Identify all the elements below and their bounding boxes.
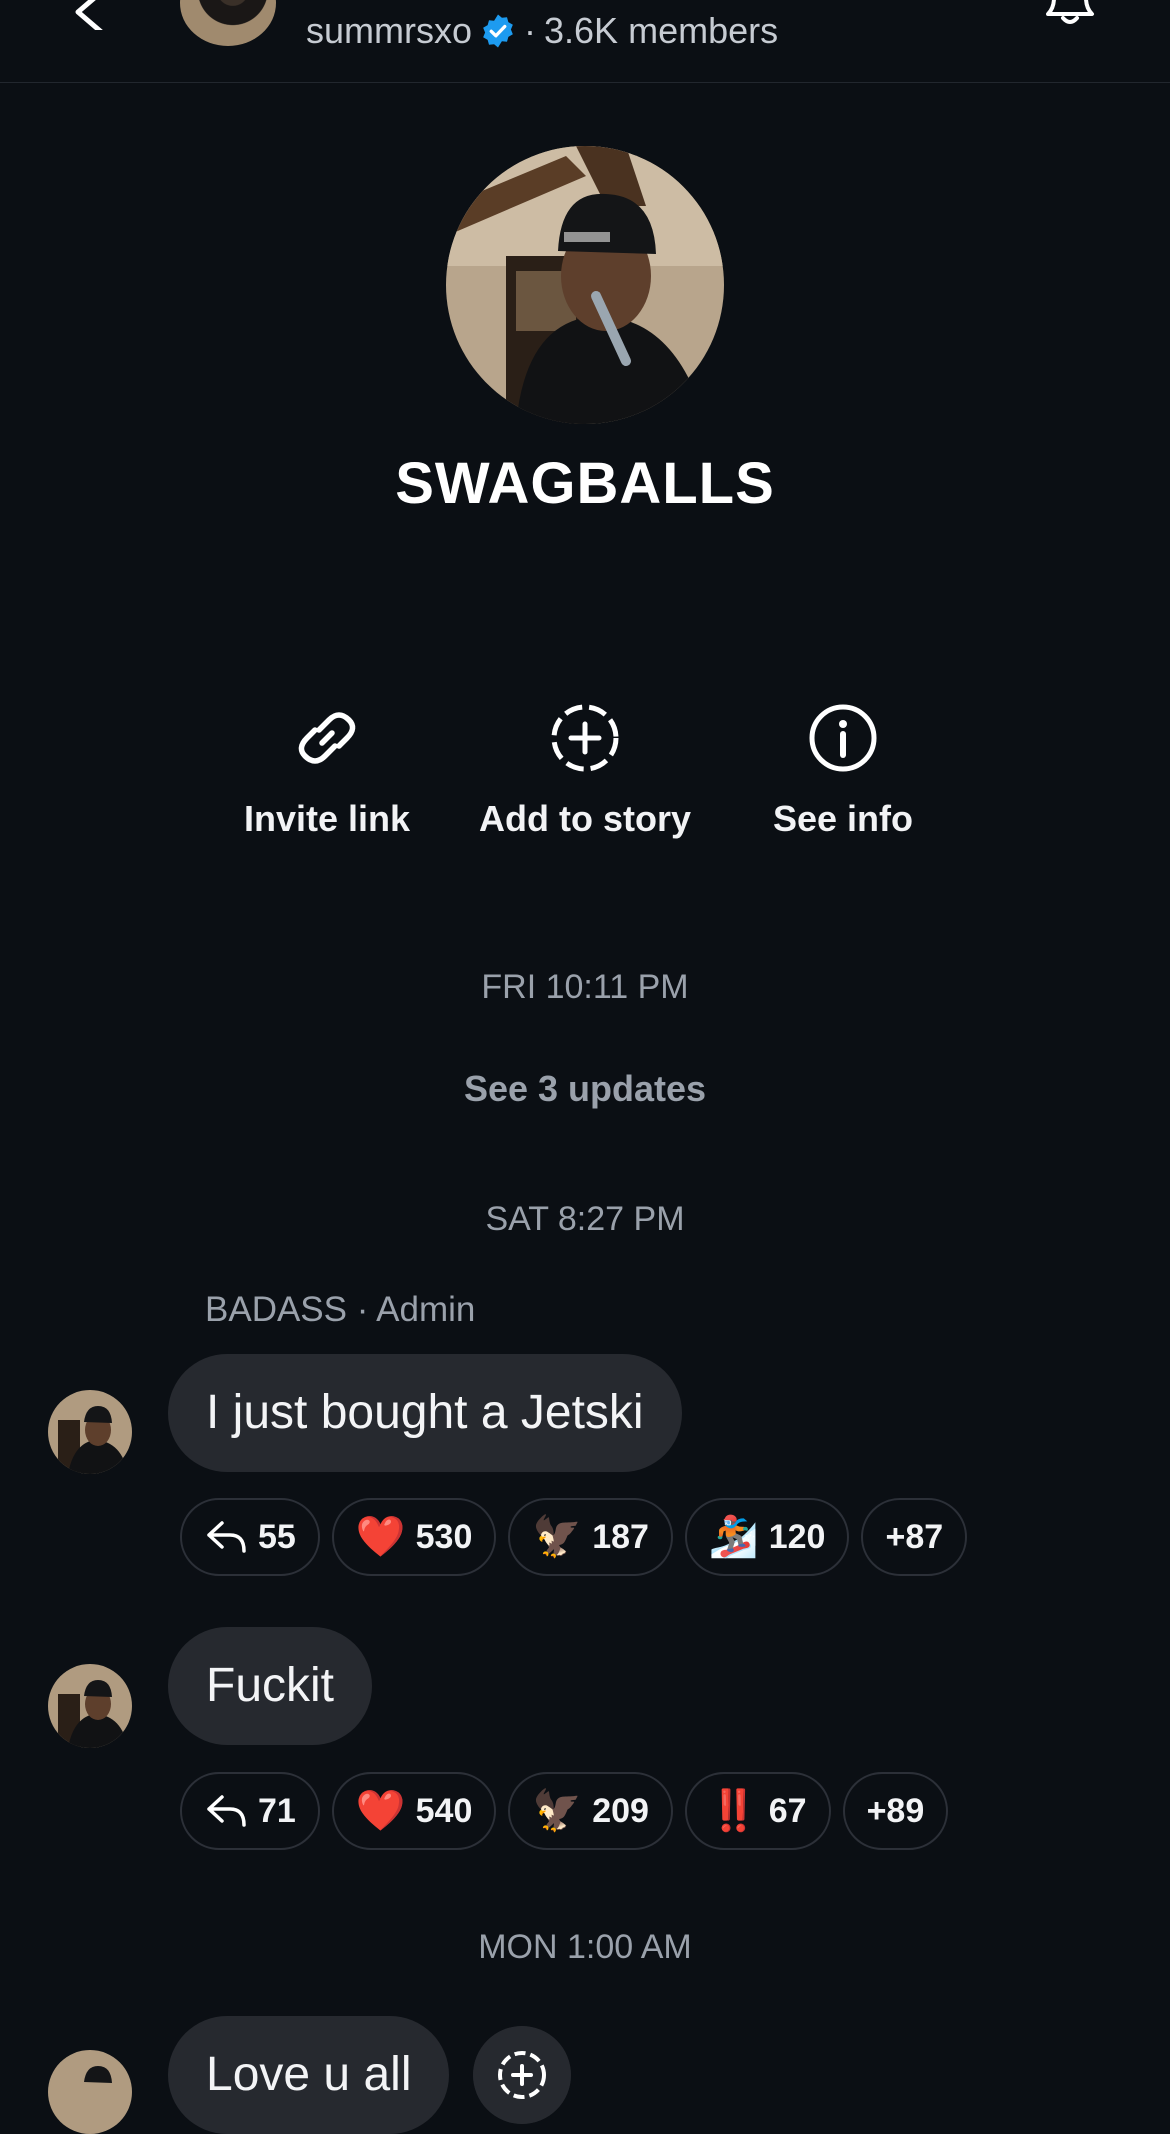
reply-icon	[207, 1795, 246, 1827]
reaction-pill[interactable]: ‼️ 67	[684, 1772, 831, 1850]
back-arrow-icon[interactable]	[70, 0, 110, 30]
link-icon	[298, 712, 356, 764]
reaction-row: 71 ❤️ 540 🦅 209 ‼️ 67 +89	[180, 1772, 949, 1850]
snowboarder-emoji-icon: 🏂	[708, 1515, 759, 1559]
group-profile-photo[interactable]	[446, 146, 724, 424]
add-reaction-button[interactable]	[473, 2026, 571, 2124]
reaction-row: 55 ❤️ 530 🦅 187 🏂 120 +87	[180, 1498, 968, 1576]
add-to-story-label: Add to story	[479, 798, 691, 839]
reaction-pill[interactable]: 🦅 209	[508, 1772, 673, 1850]
message-bubble[interactable]: Fuckit	[168, 1627, 373, 1745]
timestamp: SAT 8:27 PM	[485, 1200, 685, 1238]
timestamp: FRI 10:11 PM	[481, 968, 689, 1006]
heart-emoji-icon: ❤️	[355, 1515, 406, 1559]
info-icon	[809, 704, 877, 772]
sender-avatar[interactable]	[48, 1664, 132, 1748]
reply-count-pill[interactable]: 71	[180, 1772, 320, 1850]
timestamp: MON 1:00 AM	[478, 1928, 692, 1966]
reaction-pill[interactable]: 🦅 187	[508, 1498, 673, 1576]
reaction-pill[interactable]: 🏂 120	[684, 1498, 850, 1576]
reaction-pill[interactable]: ❤️ 530	[331, 1498, 497, 1576]
reaction-count: 209	[592, 1791, 649, 1830]
reaction-count: 530	[415, 1517, 473, 1556]
sender-avatar[interactable]	[48, 1390, 132, 1474]
verified-badge-icon	[483, 14, 513, 48]
reply-icon	[207, 1521, 246, 1553]
more-reactions-count: +87	[885, 1517, 944, 1556]
channel-meta[interactable]: summrsxo · 3.6K members	[306, 8, 778, 54]
reaction-count: 540	[415, 1791, 473, 1830]
heart-emoji-icon: ❤️	[355, 1789, 406, 1833]
reaction-count: 67	[768, 1791, 807, 1830]
message-bubble[interactable]: I just bought a Jetski	[168, 1354, 682, 1472]
more-reactions-pill[interactable]: +87	[861, 1498, 968, 1576]
reply-count-pill[interactable]: 55	[180, 1498, 320, 1576]
channel-name: summrsxo	[306, 10, 473, 51]
eagle-emoji-icon: 🦅	[532, 1515, 583, 1559]
reaction-pill[interactable]: ❤️ 540	[331, 1772, 497, 1850]
meta-separator: ·	[524, 10, 537, 51]
add-to-story-button[interactable]: Add to story	[465, 700, 705, 840]
reaction-count: 55	[258, 1517, 296, 1556]
add-story-icon	[551, 704, 619, 772]
eagle-emoji-icon: 🦅	[532, 1789, 583, 1833]
invite-link-button[interactable]: Invite link	[207, 700, 447, 840]
reaction-count: 120	[768, 1517, 826, 1556]
invite-link-label: Invite link	[243, 798, 411, 839]
reaction-count: 71	[258, 1791, 296, 1830]
group-title: SWAGBALLS	[395, 451, 775, 516]
see-info-label: See info	[772, 798, 914, 839]
see-info-button[interactable]: See info	[723, 700, 963, 840]
reaction-count: 187	[592, 1517, 649, 1556]
see-updates-link[interactable]: See 3 updates	[0, 1068, 1170, 1110]
more-reactions-pill[interactable]: +89	[842, 1772, 949, 1850]
sender-avatar[interactable]	[48, 2050, 132, 2134]
member-count: 3.6K members	[544, 10, 779, 51]
notifications-bell-icon[interactable]	[1040, 0, 1100, 35]
more-reactions-count: +89	[866, 1791, 925, 1830]
double-exclamation-emoji-icon: ‼️	[708, 1789, 759, 1833]
sender-label: BADASS · Admin	[205, 1290, 476, 1329]
message-bubble[interactable]: Love u all	[168, 2016, 450, 2134]
